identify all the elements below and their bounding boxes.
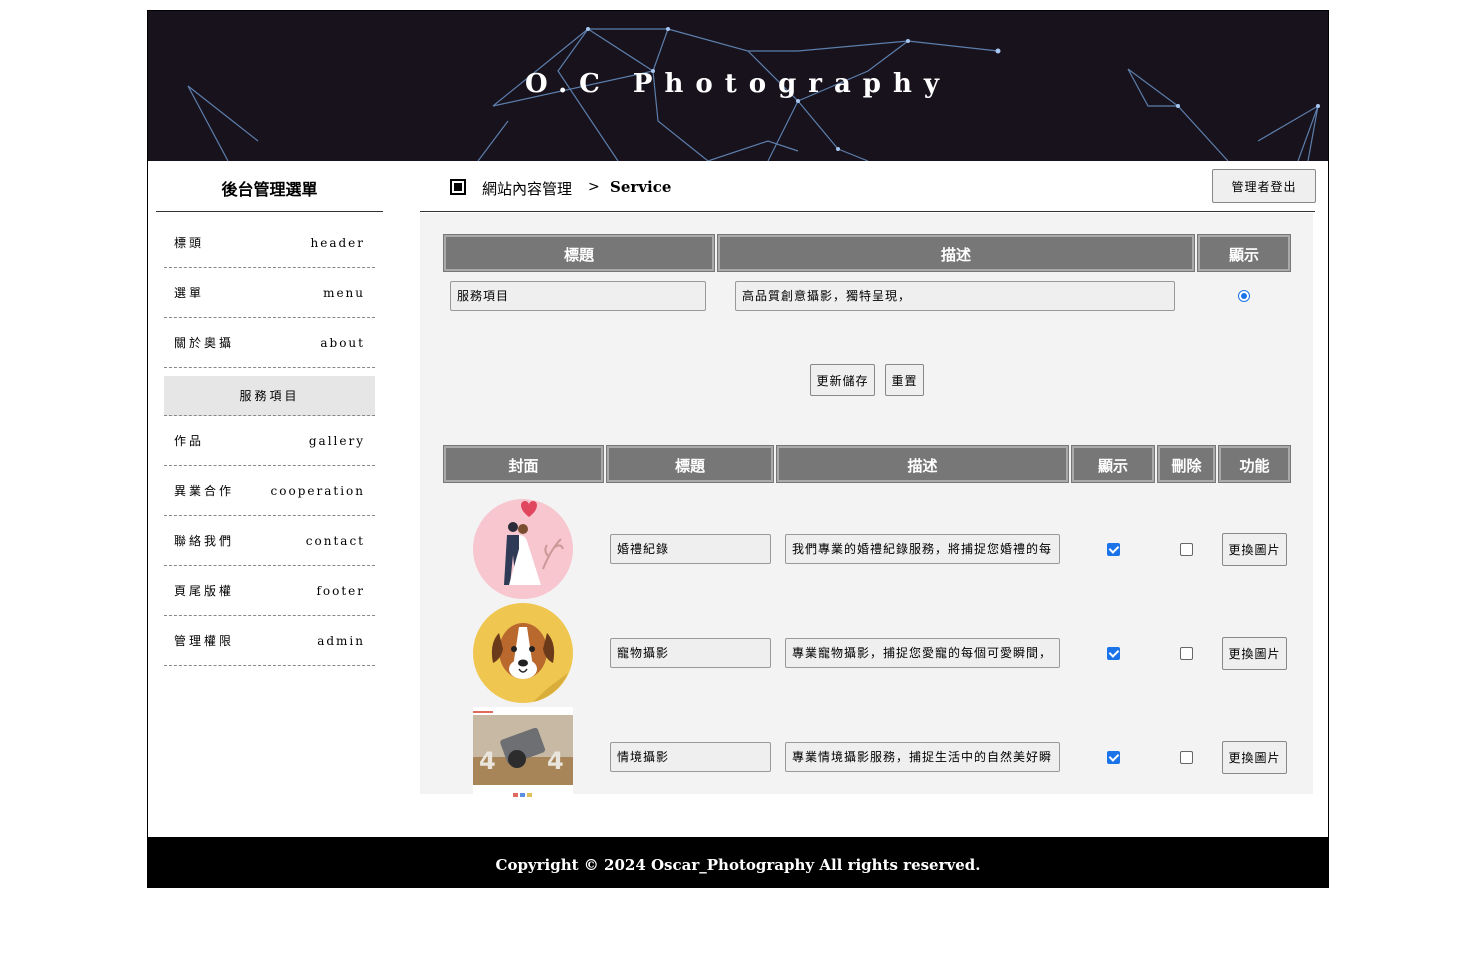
sidebar-item-label: 管理權限	[174, 634, 235, 648]
sidebar-item-menu[interactable]: 選單 menu	[164, 268, 375, 318]
sidebar-menu: 標頭 header 選單 menu 關於奧攝 about 服務項目 作品 gallery…	[164, 218, 375, 666]
change-image-button[interactable]: 更換圖片	[1222, 741, 1287, 774]
dog-face-image	[473, 603, 573, 703]
footer-copyright: Copyright © 2024 Oscar_Photography All r…	[148, 837, 1328, 887]
sidebar-item-label: 標頭	[174, 236, 205, 250]
item-title-input[interactable]: 婚禮紀錄	[610, 534, 771, 564]
item-delete-checkbox[interactable]	[1180, 543, 1193, 556]
save-button[interactable]: 更新儲存	[810, 364, 875, 396]
item-description-input[interactable]: 專業情境攝影服務，捕捉生活中的自然美好瞬	[785, 742, 1060, 772]
column-header-description: 描述	[717, 234, 1195, 272]
sidebar-item-key: cooperation	[270, 483, 365, 498]
sidebar-item-gallery[interactable]: 作品 gallery	[164, 416, 375, 466]
item-description-input[interactable]: 我們專業的婚禮紀錄服務，將捕捉您婚禮的每	[785, 534, 1060, 564]
item-description-input[interactable]: 專業寵物攝影，捕捉您愛寵的每個可愛瞬間，	[785, 638, 1060, 668]
sidebar-item-label: 頁尾版權	[174, 584, 235, 598]
sidebar-item-footer[interactable]: 頁尾版權 footer	[164, 566, 375, 616]
item-show-checkbox[interactable]	[1107, 647, 1120, 660]
sidebar-item-label: 選單	[174, 286, 205, 300]
site-title: O.C Photography	[525, 69, 951, 99]
sidebar-item-key: contact	[305, 533, 365, 548]
breadcrumb-separator: >	[588, 179, 600, 195]
column-header-action: 功能	[1218, 445, 1291, 483]
item-show-checkbox[interactable]	[1107, 543, 1120, 556]
page-frame: O.C Photography 後台管理選單 標頭 header 選單 menu 關…	[147, 10, 1329, 888]
sidebar-item-key: menu	[323, 285, 365, 300]
item-title-input[interactable]: 寵物攝影	[610, 638, 771, 668]
item-delete-checkbox[interactable]	[1180, 751, 1193, 764]
column-header-description: 描述	[776, 445, 1069, 483]
breadcrumb-current: Service	[610, 178, 672, 196]
column-header-title: 標題	[443, 234, 715, 272]
sidebar-item-contact[interactable]: 聯絡我們 contact	[164, 516, 375, 566]
sidebar-item-cooperation[interactable]: 異業合作 cooperation	[164, 466, 375, 516]
content-panel: 標題 描述 顯示 服務項目 高品質創意攝影，獨特呈現， 更新儲存 重置 封面 標…	[420, 213, 1313, 807]
sidebar-item-key: about	[320, 335, 365, 350]
sidebar: 後台管理選單 標頭 header 選單 menu 關於奧攝 about 服務項目 作品…	[156, 163, 383, 666]
camera-404-image: 4 4	[473, 707, 573, 807]
sidebar-item-service[interactable]: 服務項目	[164, 376, 375, 416]
sidebar-item-header[interactable]: 標頭 header	[164, 218, 375, 268]
section-description-input[interactable]: 高品質創意攝影，獨特呈現，	[735, 281, 1175, 311]
reset-button[interactable]: 重置	[885, 364, 924, 396]
column-header-show: 顯示	[1071, 445, 1155, 483]
section-title-input[interactable]: 服務項目	[450, 281, 706, 311]
sidebar-item-key: footer	[316, 583, 365, 598]
sidebar-item-admin[interactable]: 管理權限 admin	[164, 616, 375, 666]
sidebar-item-about[interactable]: 關於奧攝 about	[164, 318, 375, 368]
svg-text:4: 4	[547, 747, 564, 775]
sidebar-item-label: 聯絡我們	[174, 534, 235, 548]
sidebar-item-label: 服務項目	[239, 389, 300, 403]
change-image-button[interactable]: 更換圖片	[1222, 637, 1287, 670]
column-header-show: 顯示	[1197, 234, 1291, 272]
column-header-delete: 刪除	[1157, 445, 1216, 483]
item-title-input[interactable]: 情境攝影	[610, 742, 771, 772]
breadcrumb-section: 網站內容管理	[482, 180, 573, 198]
column-header-title: 標題	[606, 445, 774, 483]
sidebar-item-label: 關於奧攝	[174, 336, 235, 350]
wedding-couple-image	[473, 499, 573, 599]
change-image-button[interactable]: 更換圖片	[1222, 533, 1287, 566]
square-icon	[450, 179, 466, 195]
header-banner: O.C Photography	[148, 11, 1328, 161]
item-show-checkbox[interactable]	[1107, 751, 1120, 764]
sidebar-item-key: admin	[317, 633, 365, 648]
sidebar-item-label: 異業合作	[174, 484, 235, 498]
logout-button[interactable]: 管理者登出	[1212, 169, 1316, 203]
sidebar-title: 後台管理選單	[156, 163, 383, 212]
sidebar-item-key: gallery	[308, 433, 365, 448]
sidebar-item-key: header	[310, 235, 365, 250]
section-show-radio[interactable]	[1238, 290, 1250, 302]
breadcrumb: 網站內容管理 > Service	[420, 171, 1315, 212]
sidebar-item-label: 作品	[174, 434, 205, 448]
svg-text:4: 4	[479, 747, 496, 775]
item-delete-checkbox[interactable]	[1180, 647, 1193, 660]
column-header-cover: 封面	[443, 445, 604, 483]
